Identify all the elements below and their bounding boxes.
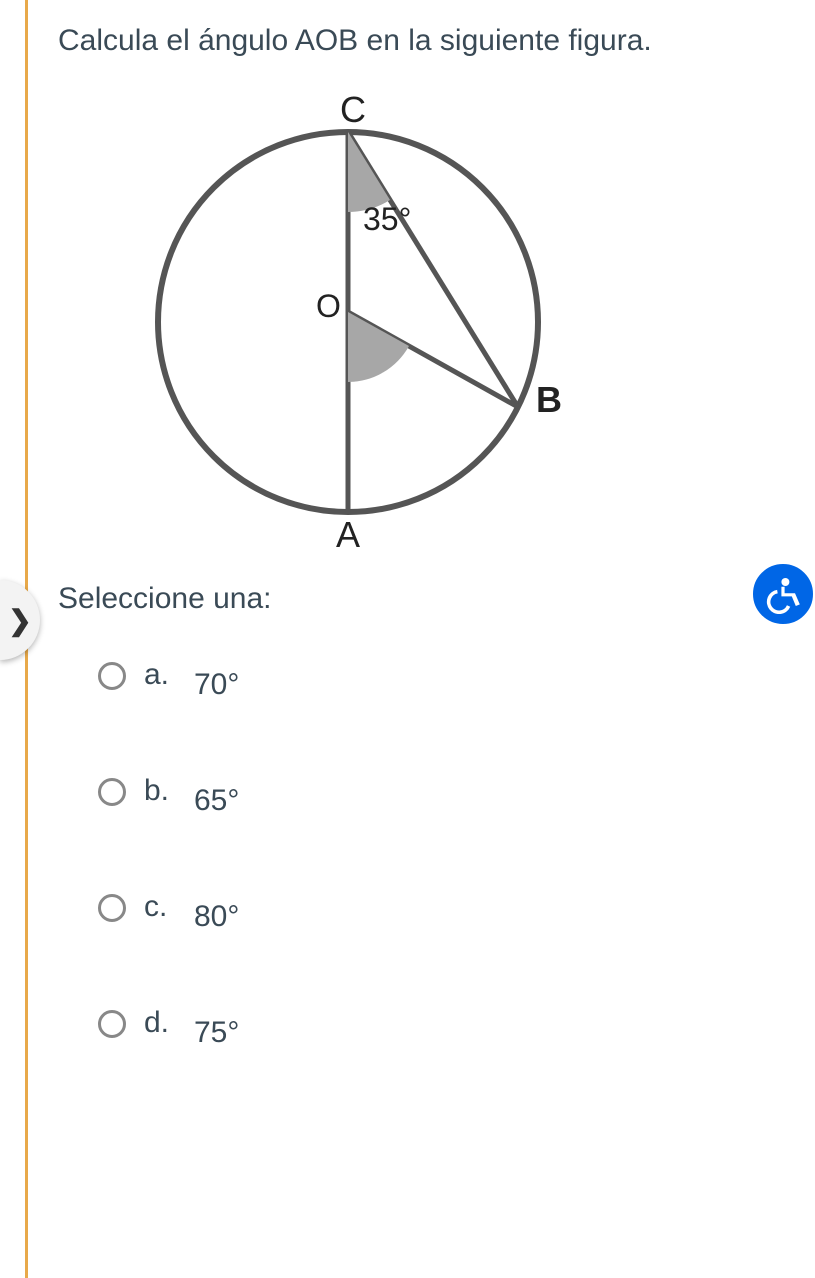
option-letter: a. <box>144 658 174 692</box>
option-value: 75° <box>194 1016 239 1050</box>
accessibility-button[interactable] <box>749 560 815 628</box>
wheelchair-icon <box>763 574 803 614</box>
option-value: 65° <box>194 784 239 818</box>
label-angle: 35° <box>363 201 411 237</box>
chevron-right-icon: ❯ <box>8 604 31 637</box>
option-letter: c. <box>144 890 174 924</box>
label-C: C <box>340 92 366 130</box>
label-B: B <box>536 379 562 420</box>
label-O: O <box>316 288 341 324</box>
options-list: a. 70° b. 65° c. 80° d. 75° <box>58 656 815 1040</box>
geometry-figure: C 35° O B A <box>118 92 578 552</box>
option-b[interactable]: b. 65° <box>98 772 815 808</box>
option-value: 80° <box>194 900 239 934</box>
radio-icon <box>98 778 126 806</box>
radio-icon <box>98 1010 126 1038</box>
radio-icon <box>98 894 126 922</box>
label-A: A <box>336 514 360 552</box>
option-c[interactable]: c. 80° <box>98 888 815 924</box>
radio-icon <box>98 662 126 690</box>
option-value: 70° <box>194 668 239 702</box>
question-panel: Calcula el ángulo AOB en la siguiente fi… <box>25 0 815 1278</box>
option-letter: b. <box>144 774 174 808</box>
option-d[interactable]: d. 75° <box>98 1004 815 1040</box>
option-a[interactable]: a. 70° <box>98 656 815 692</box>
question-text: Calcula el ángulo AOB en la siguiente fi… <box>58 20 815 62</box>
select-prompt: Seleccione una: <box>58 582 815 616</box>
option-letter: d. <box>144 1006 174 1040</box>
